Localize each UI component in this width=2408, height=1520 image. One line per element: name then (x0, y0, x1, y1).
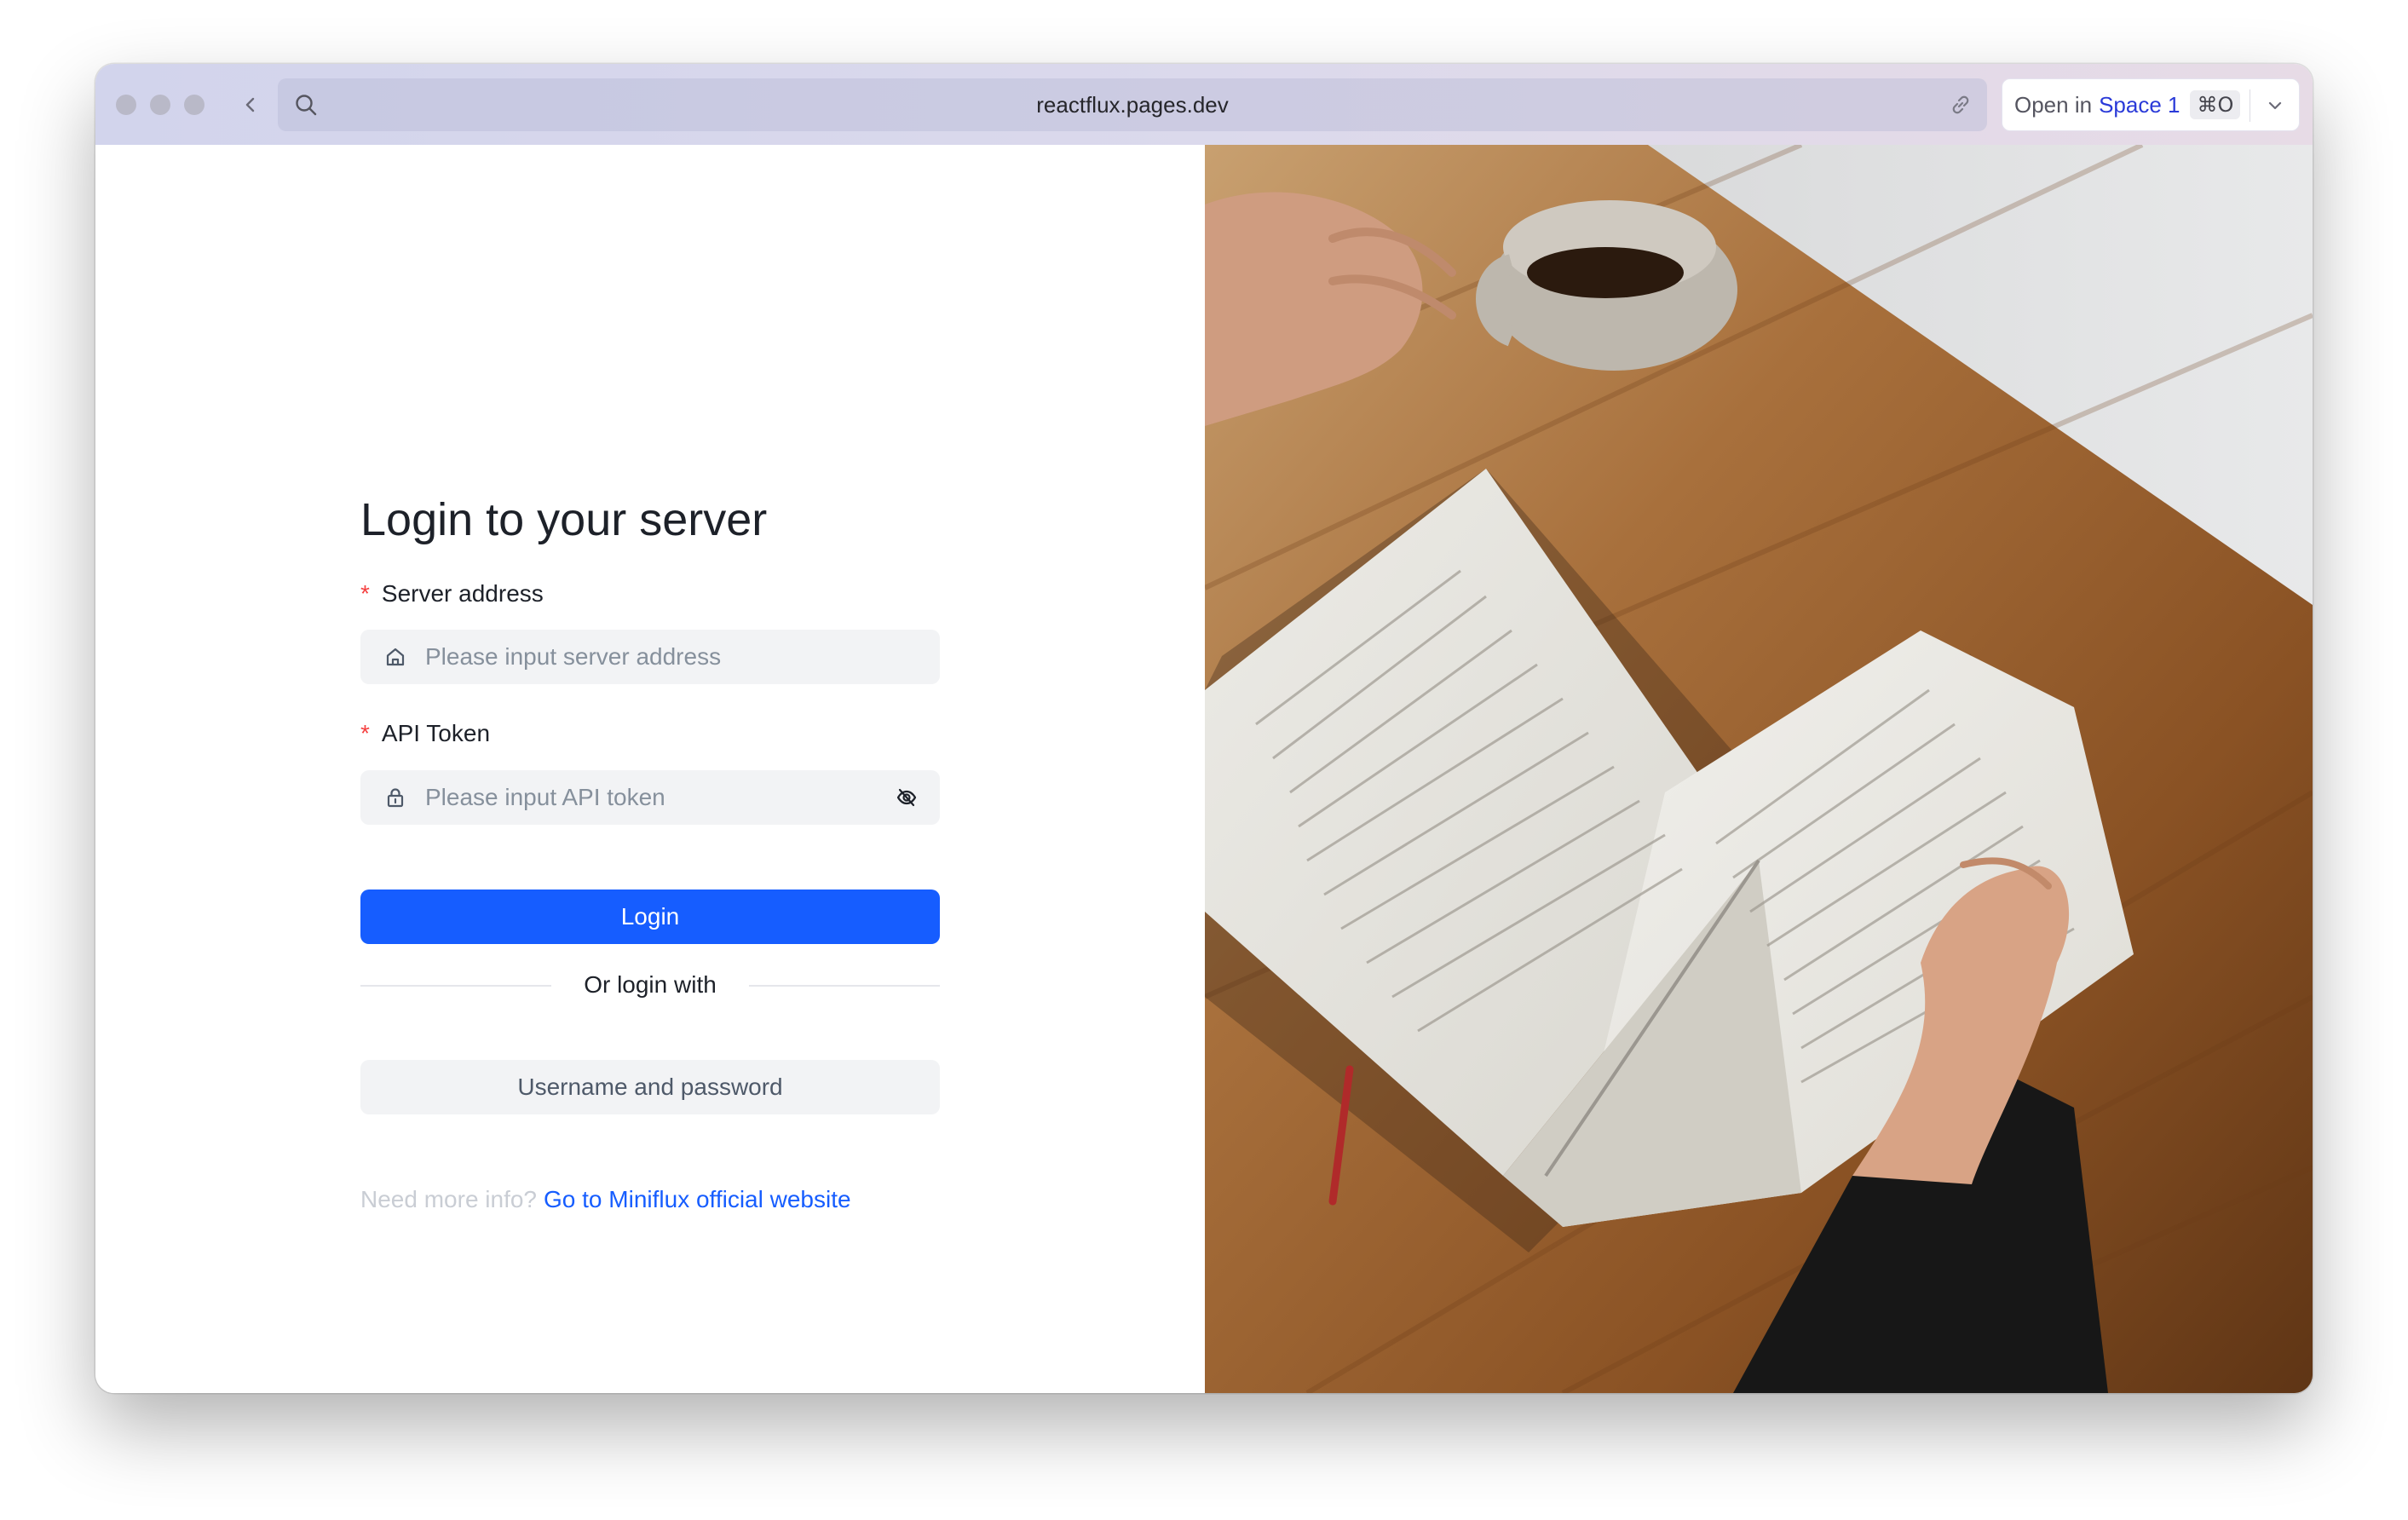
api-token-label-text: API Token (381, 720, 491, 746)
username-password-button[interactable]: Username and password (360, 1060, 940, 1114)
eye-off-icon[interactable] (892, 783, 921, 812)
info-text: Need more info? (360, 1186, 538, 1212)
server-address-input[interactable] (425, 643, 868, 671)
required-mark: * (360, 720, 370, 746)
zoom-window-icon[interactable] (184, 95, 205, 115)
open-in-label: Open in (2014, 91, 2093, 118)
api-token-field[interactable] (360, 770, 940, 825)
login-divider: Or login with (360, 958, 940, 1012)
chevron-left-icon (245, 97, 255, 112)
miniflux-website-link[interactable]: Go to Miniflux official website (544, 1186, 851, 1212)
browser-window: reactflux.pages.dev Open in Space 1 ⌘O L… (95, 64, 2313, 1393)
page-title: Login to your server (360, 494, 768, 545)
home-icon (381, 642, 410, 671)
api-token-input[interactable] (425, 784, 868, 811)
reading-photo-illustration (1205, 145, 2313, 1393)
server-address-field[interactable] (360, 630, 940, 684)
space-name: Space 1 (2099, 91, 2180, 118)
login-button[interactable]: Login (360, 890, 940, 944)
minimize-window-icon[interactable] (150, 95, 170, 115)
divider-text: Or login with (584, 971, 717, 998)
server-address-label-text: Server address (381, 580, 544, 607)
url-text: reactflux.pages.dev (1036, 92, 1229, 118)
page-content: Login to your server * Server address * AP… (95, 145, 2313, 1393)
info-line: Need more info? Go to Miniflux official w… (360, 1186, 851, 1213)
server-address-label: * Server address (360, 580, 544, 607)
login-panel: Login to your server * Server address * AP… (95, 145, 1205, 1393)
lock-icon (381, 783, 410, 812)
close-window-icon[interactable] (116, 95, 136, 115)
shortcut-badge: ⌘O (2190, 90, 2241, 119)
address-bar[interactable]: reactflux.pages.dev (278, 78, 1987, 131)
chevron-down-icon[interactable] (2258, 89, 2292, 122)
copy-link-icon[interactable] (1944, 89, 1977, 121)
required-mark: * (360, 580, 370, 607)
open-in-space-button[interactable]: Open in Space 1 ⌘O (2002, 78, 2300, 131)
browser-toolbar: reactflux.pages.dev Open in Space 1 ⌘O (95, 64, 2313, 145)
hero-photo (1205, 145, 2313, 1393)
back-button[interactable] (230, 84, 271, 125)
api-token-label: * API Token (360, 720, 490, 747)
